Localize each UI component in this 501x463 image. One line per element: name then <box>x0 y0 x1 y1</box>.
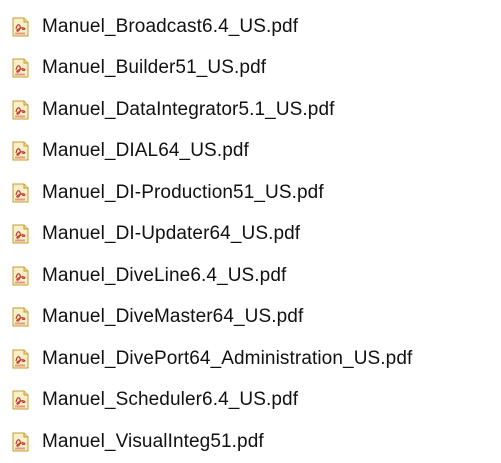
pdf-file-icon <box>12 141 29 161</box>
file-list-item[interactable]: Manuel_VisualInteg51.pdf <box>0 421 501 463</box>
file-list-item[interactable]: Manuel_DI-Production51_US.pdf <box>0 172 501 214</box>
file-name: Manuel_Scheduler6.4_US.pdf <box>42 389 299 411</box>
pdf-file-icon <box>12 266 29 286</box>
pdf-file-icon <box>12 17 29 37</box>
file-name: Manuel_DiveMaster64_US.pdf <box>42 306 304 328</box>
pdf-file-icon <box>12 224 29 244</box>
file-list-item[interactable]: Manuel_DiveMaster64_US.pdf <box>0 297 501 339</box>
file-list-item[interactable]: Manuel_DivePort64_Administration_US.pdf <box>0 338 501 380</box>
file-list-item[interactable]: Manuel_DIAL64_US.pdf <box>0 131 501 173</box>
file-list-item[interactable]: Manuel_Builder51_US.pdf <box>0 48 501 90</box>
pdf-file-icon <box>12 390 29 410</box>
file-list-item[interactable]: Manuel_DI-Updater64_US.pdf <box>0 214 501 256</box>
pdf-file-icon <box>12 183 29 203</box>
file-name: Manuel_Builder51_US.pdf <box>42 57 267 79</box>
file-name: Manuel_DIAL64_US.pdf <box>42 140 249 162</box>
file-list-item[interactable]: Manuel_DiveLine6.4_US.pdf <box>0 255 501 297</box>
file-name: Manuel_DivePort64_Administration_US.pdf <box>42 347 413 369</box>
pdf-file-icon <box>12 432 29 452</box>
file-name: Manuel_VisualInteg51.pdf <box>42 430 264 452</box>
file-list-item[interactable]: Manuel_Scheduler6.4_US.pdf <box>0 380 501 422</box>
file-list-item[interactable]: Manuel_Broadcast6.4_US.pdf <box>0 6 501 48</box>
file-name: Manuel_DI-Production51_US.pdf <box>42 181 324 203</box>
file-name: Manuel_DataIntegrator5.1_US.pdf <box>42 98 335 120</box>
file-list: Manuel_Broadcast6.4_US.pdf Manuel_Builde… <box>0 6 501 463</box>
pdf-file-icon <box>12 58 29 78</box>
file-name: Manuel_Broadcast6.4_US.pdf <box>42 15 299 37</box>
pdf-file-icon <box>12 100 29 120</box>
pdf-file-icon <box>12 349 29 369</box>
pdf-file-icon <box>12 307 29 327</box>
file-name: Manuel_DiveLine6.4_US.pdf <box>42 264 287 286</box>
file-name: Manuel_DI-Updater64_US.pdf <box>42 223 301 245</box>
file-list-item[interactable]: Manuel_DataIntegrator5.1_US.pdf <box>0 89 501 131</box>
